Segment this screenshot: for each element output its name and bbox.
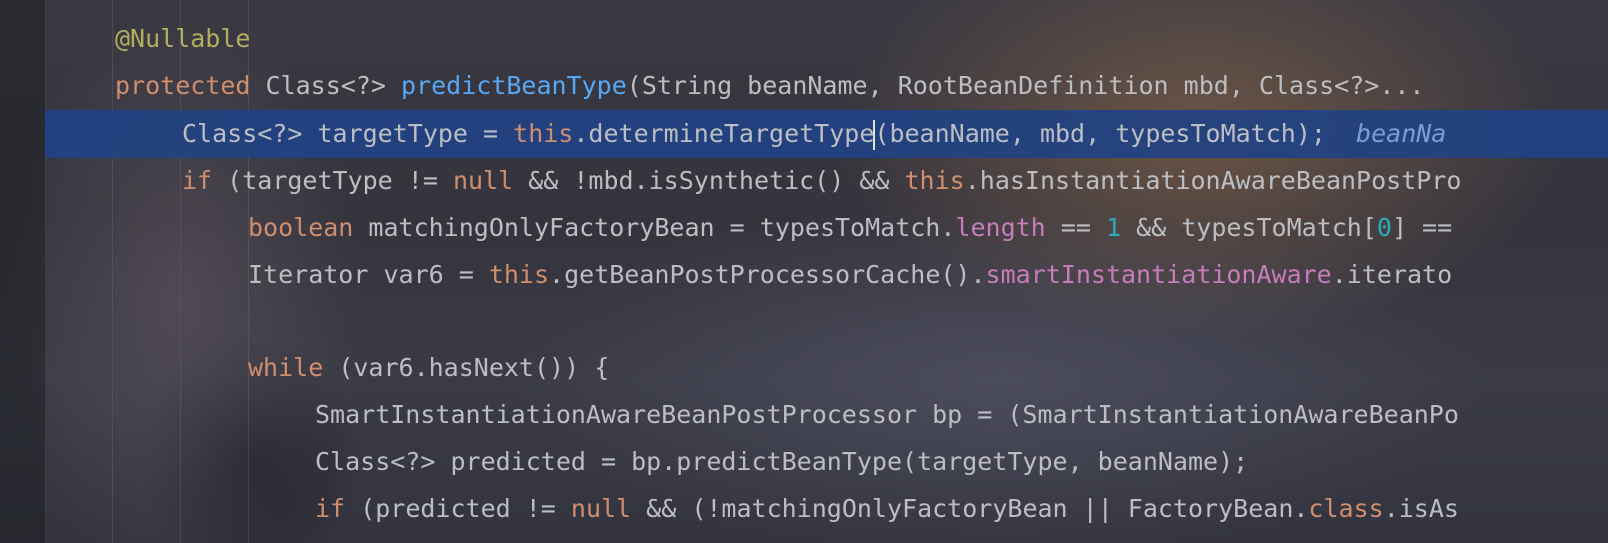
code-token: && (!matchingOnlyFactoryBean || FactoryB… (631, 494, 1309, 523)
code-token: matchingOnlyFactoryBean = typesToMatch. (353, 213, 956, 242)
code-token: && typesToMatch[ (1121, 213, 1377, 242)
code-token: .determineTargetType (573, 119, 875, 148)
code-token: .iterato (1331, 260, 1453, 289)
code-line[interactable]: SmartInstantiationAwareBeanPostProcessor… (0, 391, 1608, 439)
code-line[interactable]: while (var6.hasNext()) { (0, 344, 1608, 392)
code-line-text: if (predicted != null && (!matchingOnlyF… (315, 485, 1459, 533)
current-line-highlight[interactable]: Class<?> targetType = this.determineTarg… (45, 110, 1608, 158)
code-token: @Nullable (115, 24, 251, 53)
code-line[interactable] (0, 298, 1608, 346)
code-token: this (513, 119, 574, 148)
inlay-hint: beanNa (1356, 119, 1447, 148)
code-token: boolean (248, 213, 354, 242)
code-line-text: protected Class<?> predictBeanType(Strin… (115, 62, 1440, 110)
code-token: Class<?> targetType = (182, 119, 514, 148)
code-line[interactable]: Iterator var6 = this.getBeanPostProcesso… (0, 251, 1608, 299)
code-token: (predicted != (345, 494, 571, 523)
code-token: (String beanName, RootBeanDefinition mbd… (626, 71, 1440, 100)
code-line[interactable]: if (predicted != null && (!matchingOnlyF… (0, 485, 1608, 533)
code-token: 1 (1105, 213, 1122, 242)
code-token: while (248, 353, 324, 382)
code-token: ] == (1391, 213, 1453, 242)
code-line-text: if (targetType != null && !mbd.isSynthet… (182, 157, 1461, 205)
code-line-text: SmartInstantiationAwareBeanPostProcessor… (315, 391, 1459, 439)
code-line[interactable]: protected Class<?> predictBeanType(Strin… (0, 62, 1608, 110)
code-token: length (955, 213, 1046, 242)
code-token: smartInstantiationAware (985, 260, 1332, 289)
code-line[interactable]: Class<?> predicted = bp.predictBeanType(… (0, 438, 1608, 486)
code-line-text: Class<?> predicted = bp.predictBeanType(… (315, 438, 1248, 486)
code-token: this (904, 166, 965, 195)
code-token: SmartInstantiationAwareBeanPostProcessor… (315, 400, 1459, 429)
code-token: && !mbd.isSynthetic() && (513, 166, 905, 195)
code-editor[interactable]: @Nullable protected Class<?> predictBean… (0, 0, 1608, 543)
code-token: protected (115, 71, 251, 100)
code-token: .hasInstantiationAwareBeanPostPro (964, 166, 1462, 195)
code-token: null (452, 166, 514, 195)
code-line[interactable]: @Nullable (0, 15, 1608, 63)
code-token: .isAs (1383, 494, 1459, 523)
code-token: (var6.hasNext()) { (323, 353, 610, 382)
code-token: .getBeanPostProcessorCache(). (549, 260, 986, 289)
code-token: null (570, 494, 632, 523)
code-token: class (1308, 494, 1384, 523)
code-token: this (488, 260, 550, 289)
code-token: Class<?> predicted = bp.predictBeanType(… (315, 447, 1249, 476)
code-token: if (315, 494, 346, 523)
code-line[interactable]: if (targetType != null && !mbd.isSynthet… (0, 157, 1608, 205)
code-line-text: boolean matchingOnlyFactoryBean = typesT… (248, 204, 1452, 252)
code-token: Iterator var6 = (248, 260, 489, 289)
code-token: if (182, 166, 213, 195)
code-token: predictBeanType (400, 71, 627, 100)
code-token: (targetType != (212, 166, 453, 195)
code-line-text: Class<?> targetType = this.determineTarg… (182, 110, 1446, 158)
code-token: 0 (1376, 213, 1392, 242)
code-token: (beanName, mbd, typesToMatch); (874, 119, 1326, 148)
code-token: Class<?> (250, 71, 401, 100)
code-line-text: while (var6.hasNext()) { (248, 344, 609, 392)
code-line[interactable]: boolean matchingOnlyFactoryBean = typesT… (0, 204, 1608, 252)
code-line-text: @Nullable (115, 15, 250, 63)
code-line-text: Iterator var6 = this.getBeanPostProcesso… (248, 251, 1452, 299)
code-token: == (1045, 213, 1106, 242)
